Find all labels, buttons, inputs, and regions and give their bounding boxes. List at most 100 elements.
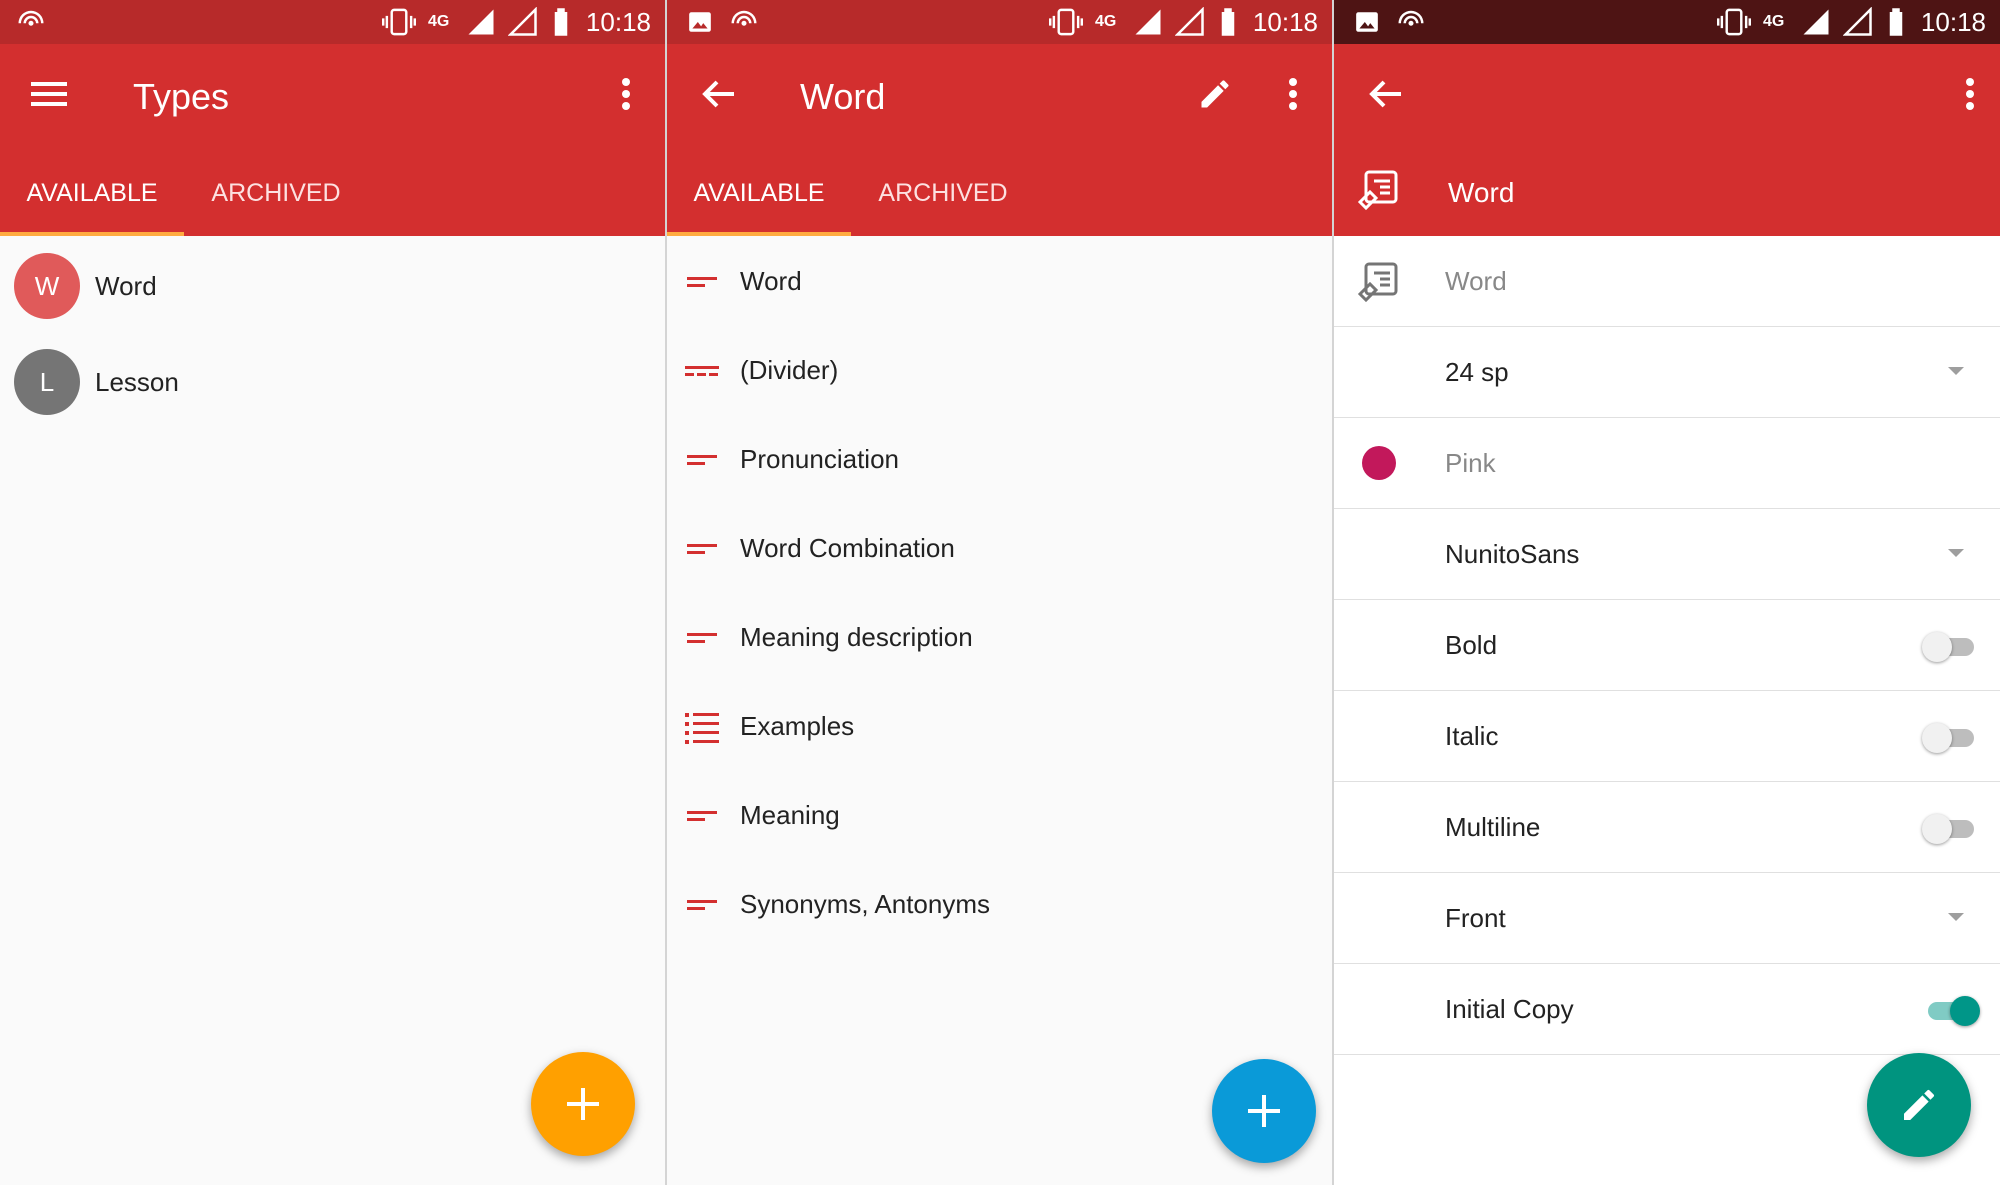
clock: 10:18 xyxy=(1252,7,1318,37)
add-button[interactable] xyxy=(531,1052,635,1156)
signal-icon xyxy=(466,0,496,44)
short-text-icon xyxy=(687,900,717,910)
short-text-icon xyxy=(687,455,717,465)
short-text-icon xyxy=(687,811,717,821)
initial-copy-row[interactable]: Initial Copy xyxy=(1334,964,2000,1055)
network-type: 4G xyxy=(1095,13,1117,30)
field-label: Word xyxy=(740,266,802,296)
field-item[interactable]: Word Combination xyxy=(667,504,1332,593)
side-value: Front xyxy=(1445,903,1506,933)
battery-icon xyxy=(552,0,570,44)
field-item[interactable]: Word xyxy=(667,237,1332,326)
size-value: 24 sp xyxy=(1445,357,1509,387)
name-row[interactable]: Word xyxy=(1334,236,2000,327)
tab-archived[interactable]: ARCHIVED xyxy=(184,150,368,236)
signal-icon xyxy=(1801,0,1831,44)
short-text-icon xyxy=(687,633,717,643)
types-screen: 4G 10:18 Types AVAILABLE ARCHIVED W Word… xyxy=(0,0,665,1185)
short-text-icon xyxy=(687,544,717,554)
pencil-icon xyxy=(1904,1089,1934,1120)
field-label: (Divider) xyxy=(740,355,839,385)
battery-icon xyxy=(1219,0,1237,44)
field-item[interactable]: Meaning description xyxy=(667,593,1332,682)
bold-label: Bold xyxy=(1445,630,1498,660)
tab-available[interactable]: AVAILABLE xyxy=(0,150,184,236)
field-item[interactable]: (Divider) xyxy=(667,326,1332,415)
field-label: Pronunciation xyxy=(740,444,899,474)
multiline-row[interactable]: Multiline xyxy=(1334,782,2000,873)
clock: 10:18 xyxy=(1920,7,1986,37)
image-icon xyxy=(687,0,713,44)
tab-available[interactable]: AVAILABLE xyxy=(667,150,851,236)
vibrate-icon xyxy=(1049,0,1083,44)
field-item[interactable]: Synonyms, Antonyms xyxy=(667,860,1332,949)
hotspot-icon xyxy=(1396,0,1426,44)
avatar: W xyxy=(14,253,80,319)
app-bar: Word AVAILABLE ARCHIVED xyxy=(667,44,1332,236)
edit-icon[interactable] xyxy=(1191,70,1239,118)
signal-empty-icon xyxy=(508,0,538,44)
dropdown-arrow-icon xyxy=(1948,913,1964,921)
vibrate-icon xyxy=(1717,0,1751,44)
list-item[interactable]: W Word xyxy=(0,238,665,334)
status-bar: 4G 10:18 xyxy=(0,0,665,44)
image-icon xyxy=(1354,0,1380,44)
vibrate-icon xyxy=(382,0,416,44)
back-arrow-icon[interactable] xyxy=(1362,70,1410,118)
signal-empty-icon xyxy=(1175,0,1205,44)
field-name-icon xyxy=(1354,258,1402,306)
field-label: Meaning xyxy=(740,800,840,830)
avatar: L xyxy=(14,349,80,415)
list-item-label: Word xyxy=(95,271,157,301)
more-options-icon[interactable] xyxy=(1946,70,1994,118)
plus-icon xyxy=(1248,1095,1280,1127)
menu-icon[interactable] xyxy=(26,70,74,118)
page-title: Word xyxy=(800,76,886,117)
multiline-toggle[interactable] xyxy=(1922,812,1978,844)
field-label: Meaning description xyxy=(740,622,973,652)
italic-row[interactable]: Italic xyxy=(1334,691,2000,782)
side-row[interactable]: Front xyxy=(1334,873,2000,964)
list-item-label: Lesson xyxy=(95,367,179,397)
tab-archived[interactable]: ARCHIVED xyxy=(851,150,1035,236)
bold-row[interactable]: Bold xyxy=(1334,600,2000,691)
more-options-icon[interactable] xyxy=(1269,70,1317,118)
name-input[interactable]: Word xyxy=(1445,236,1507,326)
field-item[interactable]: Meaning xyxy=(667,771,1332,860)
edit-button[interactable] xyxy=(1867,1053,1971,1157)
color-swatch xyxy=(1362,446,1396,480)
dropdown-arrow-icon xyxy=(1948,367,1964,375)
italic-toggle[interactable] xyxy=(1922,721,1978,753)
multiline-label: Multiline xyxy=(1445,812,1541,842)
field-settings-screen: 4G 10:18 Word Word 24 sp Pink NunitoSans… xyxy=(1334,0,2000,1185)
tab-indicator xyxy=(0,232,184,236)
size-row[interactable]: 24 sp xyxy=(1334,327,2000,418)
bold-toggle[interactable] xyxy=(1922,630,1978,662)
back-arrow-icon[interactable] xyxy=(695,70,743,118)
font-row[interactable]: NunitoSans xyxy=(1334,509,2000,600)
status-bar: 4G 10:18 xyxy=(1334,0,2000,44)
color-row[interactable]: Pink xyxy=(1334,418,2000,509)
more-options-icon[interactable] xyxy=(602,70,650,118)
initial-copy-toggle[interactable] xyxy=(1922,994,1980,1026)
signal-icon xyxy=(1133,0,1163,44)
page-title: Types xyxy=(133,76,230,117)
dashed-line-icon xyxy=(685,366,719,376)
field-name-icon xyxy=(1354,166,1402,214)
add-field-button[interactable] xyxy=(1212,1059,1316,1163)
app-bar: Word xyxy=(1334,44,2000,236)
field-name-header: Word xyxy=(1448,177,1515,208)
plus-icon xyxy=(567,1088,599,1120)
italic-label: Italic xyxy=(1445,721,1499,751)
word-fields-screen: 4G 10:18 Word AVAILABLE ARCHIVED Word (D… xyxy=(667,0,1332,1185)
status-bar: 4G 10:18 xyxy=(667,0,1332,44)
list-item[interactable]: L Lesson xyxy=(0,334,665,430)
field-item[interactable]: Examples xyxy=(667,682,1332,771)
font-value: NunitoSans xyxy=(1445,539,1580,569)
short-text-icon xyxy=(687,277,717,287)
app-bar: Types AVAILABLE ARCHIVED xyxy=(0,44,665,236)
battery-icon xyxy=(1887,0,1905,44)
list-icon xyxy=(685,713,719,744)
field-item[interactable]: Pronunciation xyxy=(667,415,1332,504)
hotspot-icon xyxy=(16,0,46,44)
